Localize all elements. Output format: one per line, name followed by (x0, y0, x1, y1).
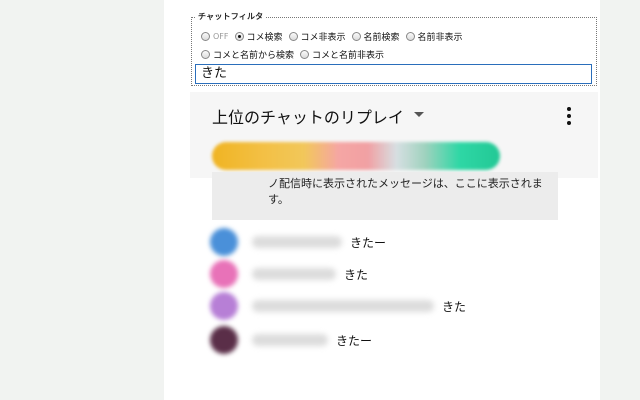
pinned-message-text: ノ配信時に表示されたメッセージは、ここに表示されます。 (268, 177, 543, 206)
chevron-down-icon[interactable] (414, 112, 424, 117)
author-name (252, 236, 342, 248)
filter-option-off[interactable]: OFF (201, 32, 229, 41)
author-name (252, 334, 328, 346)
chat-mode-title[interactable]: 上位のチャットのリプレイ (212, 104, 404, 128)
radio-comment-hide[interactable] (288, 32, 298, 41)
filter-query-input[interactable]: きた (195, 64, 592, 84)
chat-filter-box: チャットフィルタ OFF コメ検索 コメ非表示 名前検索 名前非表示 コメと名前… (191, 11, 597, 86)
right-pane (600, 0, 640, 400)
author-name (252, 268, 336, 280)
filter-option-label: 名前非表示 (417, 33, 463, 43)
pinned-message-banner: ノ配信時に表示されたメッセージは、ここに表示されます。 (212, 172, 558, 220)
filter-options-row-1: OFF コメ検索 コメ非表示 名前検索 名前非表示 (201, 30, 463, 43)
filter-option-label: コメ検索 (246, 33, 283, 43)
chat-message[interactable]: きた (210, 292, 466, 320)
author-name (252, 300, 434, 312)
avatar (210, 228, 238, 256)
chat-header: 上位のチャットのリプレイ (190, 92, 598, 178)
radio-comment-search[interactable] (234, 32, 244, 41)
radio-off[interactable] (201, 32, 210, 41)
filter-option-comment-name-hide[interactable]: コメと名前非表示 (300, 48, 384, 61)
chat-message[interactable]: きた (210, 260, 368, 288)
message-text: きたー (336, 333, 373, 348)
message-text: きた (344, 267, 369, 282)
filter-options-row-2: コメと名前から検索 コメと名前非表示 (201, 48, 384, 61)
avatar (210, 326, 238, 354)
avatar (210, 292, 238, 320)
message-text: きた (442, 299, 467, 314)
radio-name-hide[interactable] (405, 32, 415, 41)
filter-option-comment-hide[interactable]: コメ非表示 (288, 30, 346, 43)
radio-name-search[interactable] (351, 32, 361, 41)
left-pane (0, 0, 164, 400)
filter-option-label: コメと名前から検索 (213, 51, 295, 61)
filter-option-label: コメと名前非表示 (312, 51, 385, 61)
chat-message[interactable]: きたー (210, 228, 386, 256)
filter-option-name-search[interactable]: 名前検索 (351, 30, 400, 43)
avatar (210, 260, 238, 288)
more-options-icon[interactable] (564, 106, 574, 126)
filter-option-comment-name-search[interactable]: コメと名前から検索 (201, 48, 294, 61)
filter-option-comment-search[interactable]: コメ検索 (234, 30, 283, 43)
filter-option-label: 名前検索 (363, 33, 400, 43)
chat-message[interactable]: きたー (210, 326, 372, 354)
chat-filter-legend: チャットフィルタ (196, 11, 266, 22)
filter-option-name-hide[interactable]: 名前非表示 (405, 30, 463, 43)
filter-option-label: コメ非表示 (300, 33, 346, 43)
filter-option-label: OFF (213, 32, 229, 41)
message-text: きたー (350, 235, 387, 250)
radio-comment-name-search[interactable] (201, 50, 210, 59)
top-donor-chip-bar[interactable] (212, 142, 500, 170)
radio-comment-name-hide[interactable] (300, 50, 310, 59)
